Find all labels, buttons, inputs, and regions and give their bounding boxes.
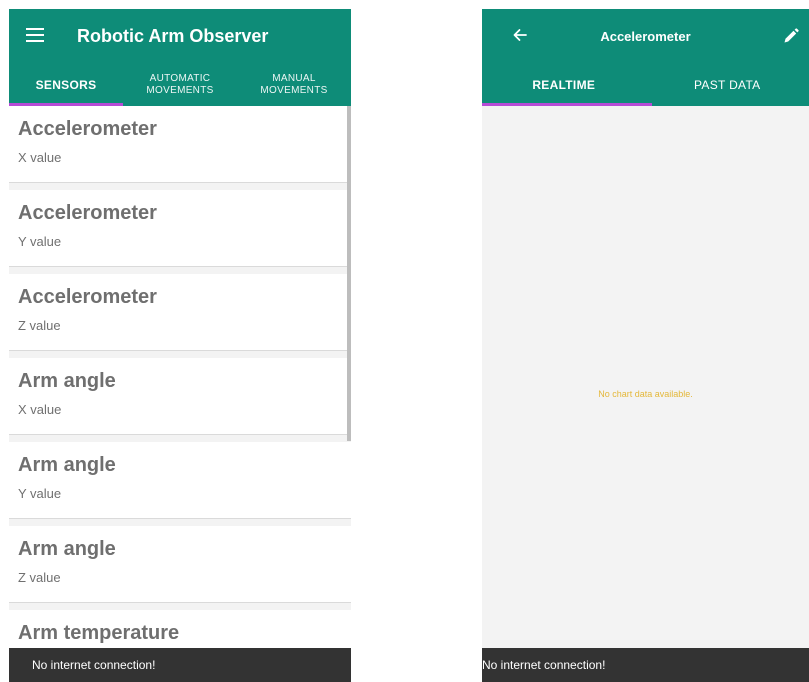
sensor-axis: Y value: [18, 486, 62, 501]
sensor-card[interactable]: Accelerometer Y value: [9, 190, 351, 267]
sensor-axis: Z value: [18, 570, 61, 585]
tab-label-line1: AUTOMATIC: [149, 73, 211, 84]
sensor-name: Accelerometer: [18, 286, 157, 308]
sensor-card[interactable]: Arm temperature: [9, 610, 351, 648]
sensor-card[interactable]: Accelerometer X value: [9, 106, 351, 183]
sensor-axis: Z value: [18, 318, 61, 333]
tab-past-data[interactable]: PAST DATA: [646, 64, 809, 106]
tab-label-line1: MANUAL: [272, 73, 316, 84]
app-bar: Accelerometer: [482, 9, 809, 64]
menu-icon[interactable]: [26, 28, 44, 42]
tab-label: SENSORS: [35, 78, 97, 92]
app-bar: Robotic Arm Observer: [9, 9, 351, 64]
app-title: Robotic Arm Observer: [77, 26, 269, 46]
sensor-card[interactable]: Arm angle Y value: [9, 442, 351, 519]
snackbar: No internet connection!: [9, 648, 351, 682]
tab-label: PAST DATA: [694, 78, 761, 92]
sensors-list-screen: Robotic Arm Observer SENSORS AUTOMATIC M…: [9, 9, 351, 682]
sensor-name: Accelerometer: [18, 118, 157, 140]
tab-sensors[interactable]: SENSORS: [9, 64, 123, 106]
tab-bar: REALTIME PAST DATA: [482, 64, 809, 106]
sensor-list: Accelerometer X value Accelerometer Y va…: [9, 106, 351, 648]
snackbar-message: No internet connection!: [482, 658, 606, 672]
snackbar-message: No internet connection!: [32, 658, 156, 672]
empty-chart-message: No chart data available.: [598, 389, 693, 399]
page-title: Accelerometer: [600, 29, 691, 44]
sensor-detail-screen: Accelerometer REALTIME PAST DATA No char…: [482, 9, 809, 682]
sensor-name: Accelerometer: [18, 202, 157, 224]
pencil-icon[interactable]: [782, 27, 800, 45]
tab-manual-movements[interactable]: MANUAL MOVEMENTS: [237, 64, 351, 106]
tab-automatic-movements[interactable]: AUTOMATIC MOVEMENTS: [123, 64, 237, 106]
snackbar: No internet connection!: [482, 648, 809, 682]
sensor-name: Arm temperature: [18, 622, 180, 644]
tab-realtime[interactable]: REALTIME: [482, 64, 646, 106]
sensor-axis: X value: [18, 402, 62, 417]
sensor-name: Arm angle: [18, 454, 116, 476]
sensor-card[interactable]: Accelerometer Z value: [9, 274, 351, 351]
sensor-name: Arm angle: [18, 538, 116, 560]
tab-bar: SENSORS AUTOMATIC MOVEMENTS MANUAL MOVEM…: [9, 64, 351, 106]
tab-label: REALTIME: [532, 78, 596, 92]
tab-label-line2: MOVEMENTS: [260, 85, 328, 96]
sensor-axis: Y value: [18, 234, 62, 249]
sensor-card[interactable]: Arm angle Z value: [9, 526, 351, 603]
sensor-axis: X value: [18, 150, 62, 165]
scrollbar[interactable]: [347, 106, 351, 441]
tab-label-line2: MOVEMENTS: [146, 85, 214, 96]
chart-area: No chart data available.: [482, 106, 809, 648]
sensor-name: Arm angle: [18, 370, 116, 392]
sensor-card[interactable]: Arm angle X value: [9, 358, 351, 435]
